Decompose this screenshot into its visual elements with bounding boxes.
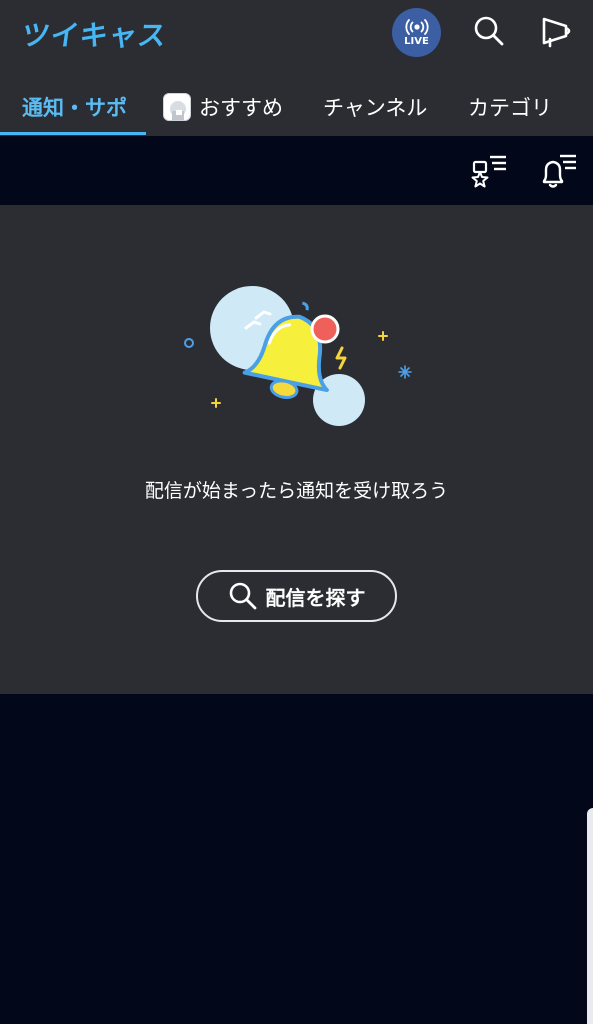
app-logo[interactable]: ツイキャス <box>19 14 170 54</box>
live-broadcast-icon <box>404 18 429 35</box>
notification-filter-button[interactable] <box>538 152 578 190</box>
search-button[interactable] <box>472 14 506 48</box>
broadcast-button[interactable] <box>540 14 574 48</box>
tab-label: チャンネル <box>323 96 428 120</box>
app-header: ツイキャス LIVE 通知・サポ おすすめ チャンネル カテゴリ <box>0 0 593 136</box>
notification-filter-icon <box>542 154 576 188</box>
tab-label: おすすめ <box>199 96 283 120</box>
tab-label: 通知・サポ <box>22 96 127 120</box>
find-broadcasts-button[interactable]: 配信を探す <box>196 570 397 622</box>
scrollbar[interactable] <box>587 808 593 1024</box>
tab-channels[interactable]: チャンネル <box>323 78 427 136</box>
search-icon <box>229 582 256 610</box>
tab-label: カテゴリ <box>468 96 552 120</box>
bell-illustration <box>184 286 412 426</box>
tab-bar: 通知・サポ おすすめ チャンネル カテゴリ <box>0 78 593 136</box>
favorite-filter-button[interactable] <box>470 152 510 190</box>
live-button[interactable]: LIVE <box>392 8 441 57</box>
tab-recommended[interactable]: おすすめ <box>163 78 283 136</box>
avatar <box>163 93 191 121</box>
tab-categories[interactable]: カテゴリ <box>468 78 552 136</box>
tab-notifications[interactable]: 通知・サポ <box>22 78 127 136</box>
tab-active-indicator <box>0 132 146 135</box>
find-broadcasts-label: 配信を探す <box>265 585 366 610</box>
empty-state-message: 配信が始まったら通知を受け取ろう <box>144 480 449 502</box>
search-icon <box>474 16 504 46</box>
app-root: ツイキャス LIVE 通知・サポ おすすめ チャンネル カテゴリ 配信が始まった… <box>0 0 593 1024</box>
favorite-filter-icon <box>471 155 506 188</box>
live-label: LIVE <box>404 35 429 47</box>
megaphone-icon <box>542 17 571 48</box>
